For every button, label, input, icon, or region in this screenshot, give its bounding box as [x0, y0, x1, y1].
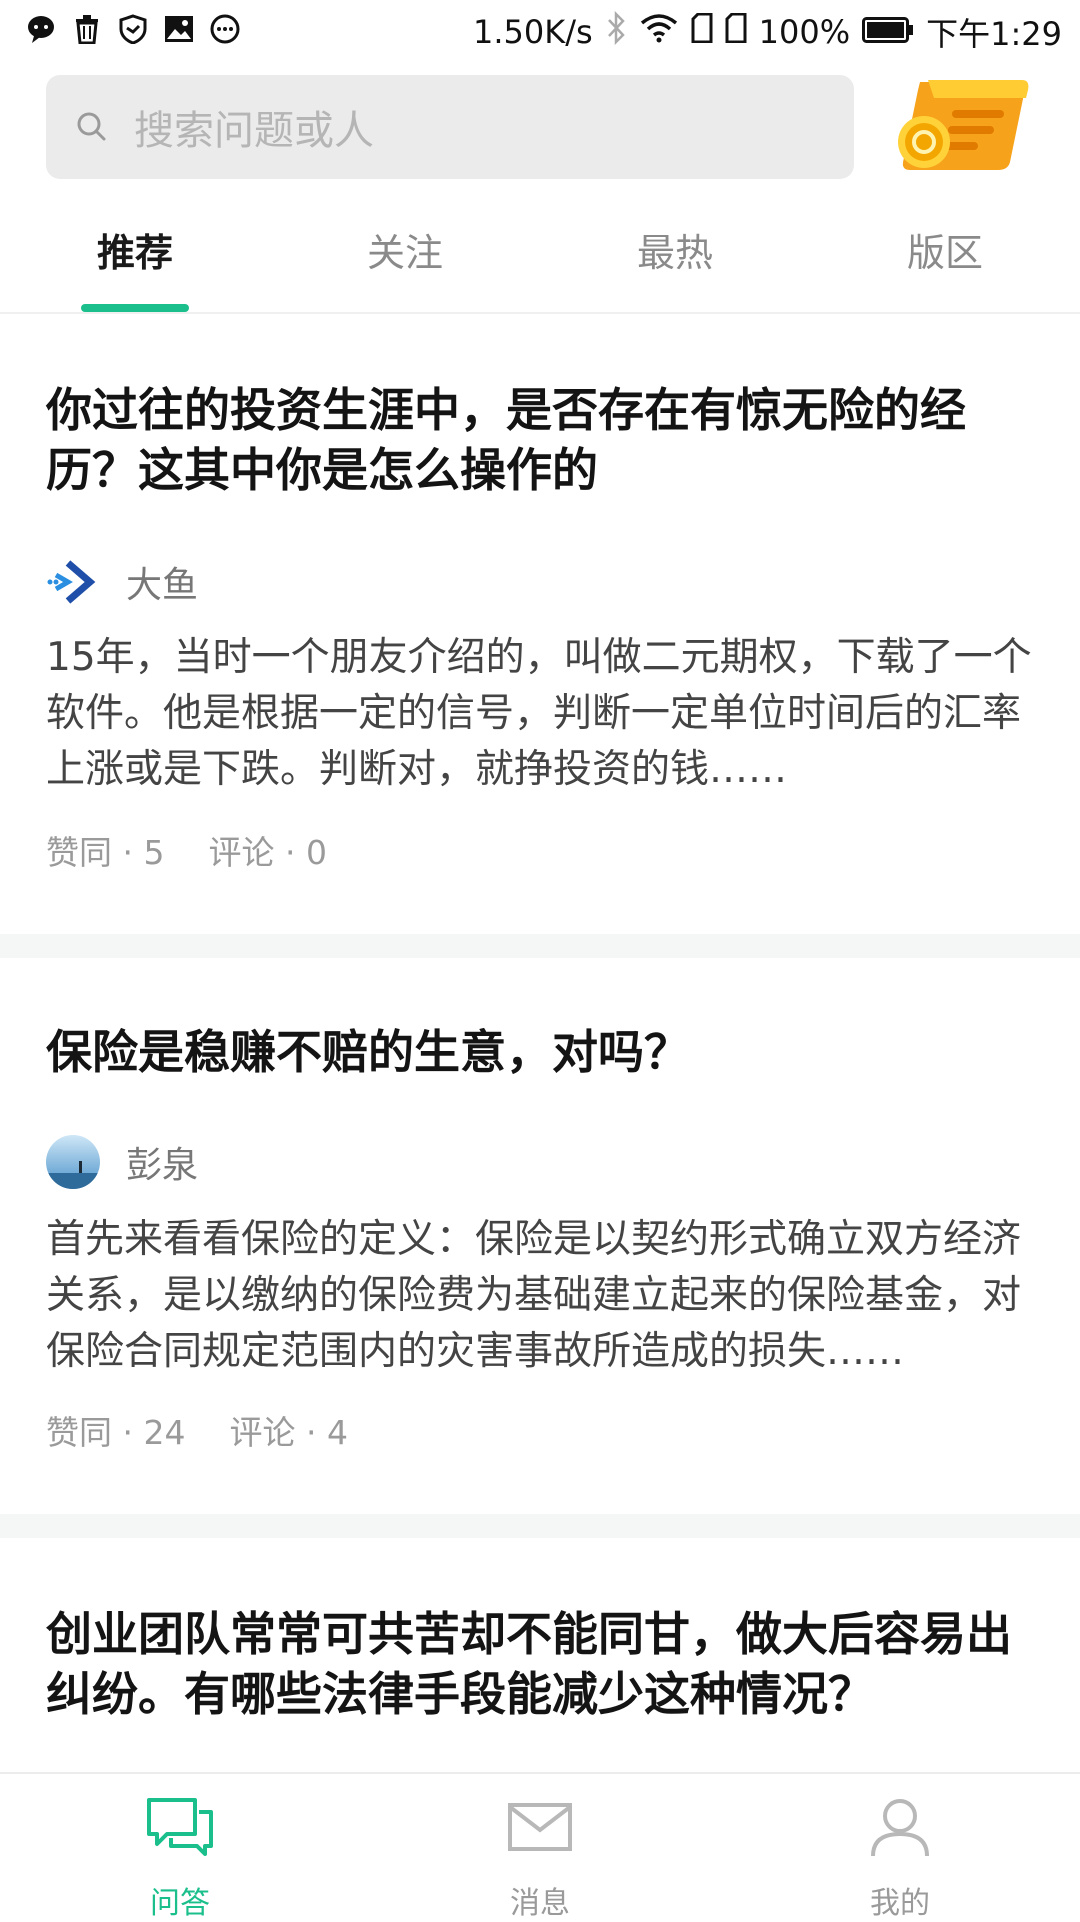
chat-app-icon [26, 14, 56, 44]
question-title[interactable]: 创业团队常常可共苦却不能同甘，做大后容易出纠纷。有哪些法律手段能减少这种情况？ [46, 1604, 1036, 1724]
question-title[interactable]: 你过往的投资生涯中，是否存在有惊无险的经历？这其中你是怎么操作的 [46, 380, 1036, 500]
battery-percent: 100% [758, 13, 851, 51]
question-card[interactable]: 你过往的投资生涯中，是否存在有惊无险的经历？这其中你是怎么操作的 大鱼 15年，… [0, 314, 1080, 934]
comments-count: 评论 · 0 [208, 833, 327, 872]
author-name: 大鱼 [126, 565, 199, 606]
author-name: 彭泉 [126, 1145, 199, 1186]
question-title[interactable]: 保险是稳赚不赔的生意，对吗？ [46, 1022, 1036, 1082]
more-icon [210, 14, 240, 44]
image-icon [164, 14, 194, 44]
nav-qa-label: 问答 [150, 1886, 210, 1921]
answer-author[interactable]: 大鱼 [46, 552, 198, 612]
person-icon [820, 1790, 980, 1864]
answer-author[interactable]: 彭泉 [46, 1132, 198, 1192]
comments-count: 评论 · 4 [229, 1413, 348, 1452]
clock: 下午1:29 [926, 15, 1062, 53]
avatar [46, 1135, 100, 1189]
avatar [46, 555, 100, 609]
active-tab-indicator [81, 304, 189, 312]
question-card[interactable]: 创业团队常常可共苦却不能同甘，做大后容易出纠纷。有哪些法律手段能减少这种情况？ [0, 1538, 1080, 1772]
nav-messages[interactable]: 消息 [460, 1790, 620, 1922]
notification-icons [26, 14, 240, 44]
card-divider [0, 1514, 1080, 1538]
likes-count: 赞同 · 5 [46, 833, 165, 872]
tab-bar: 推荐 关注 最热 版区 [0, 200, 1080, 314]
tab-hottest[interactable]: 最热 [615, 222, 735, 277]
system-status: 1.50K/s 100% 下午1:29 [473, 10, 1062, 54]
battery-icon [862, 13, 914, 51]
bluetooth-icon [605, 10, 627, 53]
tab-sections[interactable]: 版区 [885, 222, 1005, 277]
envelope-icon [460, 1790, 620, 1864]
nav-qa[interactable]: 问答 [100, 1790, 260, 1922]
answer-stats: 赞同 · 5 评论 · 0 [46, 826, 327, 874]
wifi-icon [639, 13, 679, 51]
answer-stats: 赞同 · 24 评论 · 4 [46, 1406, 348, 1454]
search-placeholder: 搜索问题或人 [134, 108, 374, 154]
answer-excerpt[interactable]: 15年，当时一个朋友介绍的，叫做二元期权，下载了一个软件。他是根据一定的信号，判… [46, 630, 1036, 798]
search-icon [72, 107, 112, 147]
sim1-icon [691, 12, 713, 51]
tab-recommend[interactable]: 推荐 [75, 222, 195, 277]
likes-count: 赞同 · 24 [46, 1413, 186, 1452]
task-scroll-icon[interactable] [890, 72, 1030, 182]
answer-excerpt[interactable]: 首先来看看保险的定义：保险是以契约形式确立双方经济关系，是以缴纳的保险费为基础建… [46, 1212, 1036, 1380]
search-bar[interactable]: 搜索问题或人 [46, 75, 854, 179]
status-bar: 1.50K/s 100% 下午1:29 [0, 0, 1080, 64]
sim2-icon [725, 12, 747, 51]
tab-following[interactable]: 关注 [345, 222, 465, 277]
nav-profile[interactable]: 我的 [820, 1790, 980, 1922]
card-divider [0, 934, 1080, 958]
trash-icon [72, 14, 102, 44]
network-speed: 1.50K/s [472, 13, 593, 51]
bottom-navigation: 问答 消息 我的 [0, 1772, 1080, 1922]
shield-icon [118, 14, 148, 44]
chat-bubbles-icon [100, 1790, 260, 1864]
nav-messages-label: 消息 [510, 1886, 570, 1921]
nav-profile-label: 我的 [870, 1886, 930, 1921]
question-card[interactable]: 保险是稳赚不赔的生意，对吗？ 彭泉 首先来看看保险的定义：保险是以契约形式确立双… [0, 958, 1080, 1514]
